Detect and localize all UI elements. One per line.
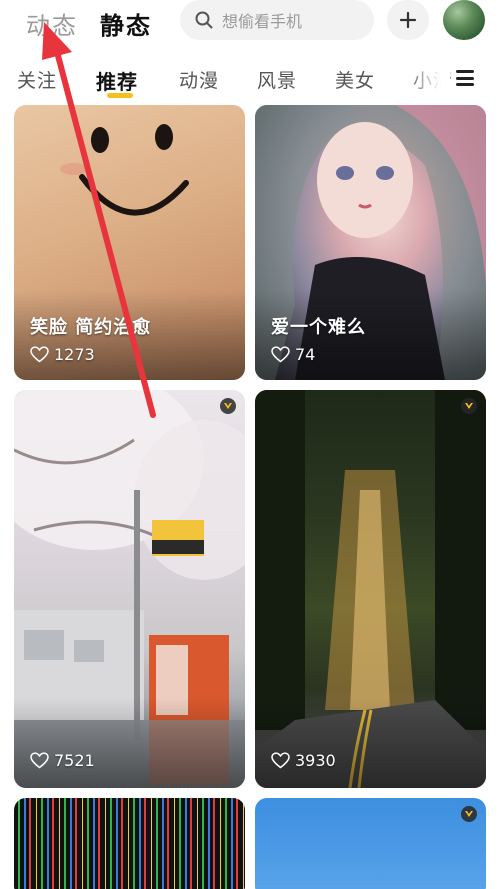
category-anime[interactable]: 动漫 (179, 66, 219, 93)
heart-icon (30, 346, 49, 363)
premium-badge-icon (461, 398, 477, 414)
category-tabs: 关注 推荐 动漫 风景 美女 小清 (0, 58, 500, 100)
wallpaper-card-cherry-blossom[interactable]: 7521 (14, 390, 245, 788)
search-icon (195, 11, 213, 29)
like-count[interactable]: 3930 (271, 751, 336, 770)
menu-icon[interactable] (456, 70, 474, 86)
heart-icon (30, 752, 49, 769)
like-count-value: 7521 (54, 751, 95, 770)
premium-badge-icon (461, 806, 477, 822)
premium-badge-icon (220, 398, 236, 414)
like-count-value: 3930 (295, 751, 336, 770)
wallpaper-card-forest-road[interactable]: 3930 (255, 390, 486, 788)
category-recommended[interactable]: 推荐 (96, 66, 138, 95)
avatar[interactable] (443, 0, 485, 40)
card-title: 笑脸 简约治愈 (30, 317, 152, 338)
heart-icon (271, 752, 290, 769)
like-count[interactable]: 74 (271, 345, 315, 364)
wallpaper-card-anime-girl[interactable]: 爱一个难么 74 (255, 105, 486, 380)
search-bar[interactable]: 想偷看手机 (180, 0, 374, 40)
like-count[interactable]: 7521 (30, 751, 95, 770)
category-fade (405, 58, 450, 100)
category-scenery[interactable]: 风景 (257, 66, 297, 93)
like-count-value: 74 (295, 345, 316, 364)
plus-icon (399, 11, 417, 29)
category-follow[interactable]: 关注 (17, 66, 57, 93)
wallpaper-card-blue-sky[interactable] (255, 798, 486, 889)
search-placeholder: 想偷看手机 (222, 12, 303, 31)
top-bar: 动态 静态 想偷看手机 (0, 0, 500, 46)
like-count[interactable]: 1273 (30, 345, 95, 364)
add-button[interactable] (387, 0, 429, 40)
card-title: 爱一个难么 (271, 317, 366, 338)
heart-icon (271, 346, 290, 363)
category-beauty[interactable]: 美女 (335, 66, 375, 93)
like-count-value: 1273 (54, 345, 95, 364)
active-tab-indicator (107, 93, 133, 98)
wallpaper-card-color-lines[interactable] (14, 798, 245, 889)
tab-static[interactable]: 静态 (100, 6, 152, 41)
wallpaper-card-smile[interactable]: 笑脸 简约治愈 1273 (14, 105, 245, 380)
tab-dynamic[interactable]: 动态 (26, 6, 78, 41)
